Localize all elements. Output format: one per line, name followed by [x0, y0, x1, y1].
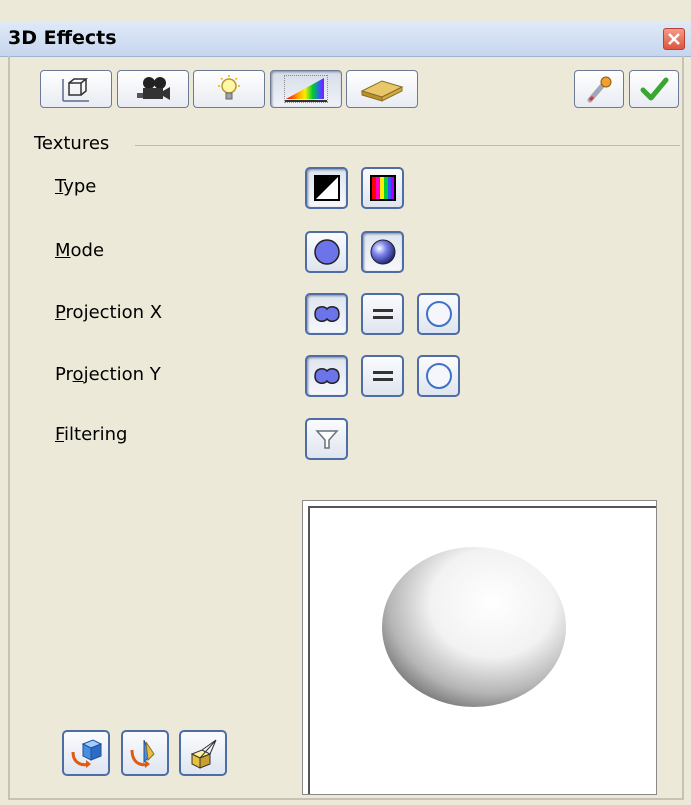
tab-textures[interactable] [270, 70, 342, 108]
mode-label: Mode [55, 240, 105, 261]
circular-icon [425, 363, 452, 389]
close-icon [668, 33, 680, 45]
apply-button[interactable] [629, 70, 679, 108]
rotation-object-icon [130, 739, 155, 768]
convert-to-rotation-object-button[interactable] [121, 730, 169, 776]
3d-effects-dialog: 3D Effects Textures Type Mode Projection… [0, 0, 691, 805]
perspective-icon [190, 739, 217, 769]
color-icon [369, 175, 396, 201]
convert-3d-icon [71, 739, 103, 768]
texture-preview [302, 500, 657, 795]
black-white-icon [313, 175, 340, 201]
object-specific-icon [313, 305, 340, 323]
projection-x-object-specific-button[interactable] [305, 293, 348, 335]
gradient-texture-icon [284, 75, 328, 103]
tab-material[interactable] [346, 70, 418, 108]
circular-icon [425, 301, 452, 327]
projection-x-label: Projection X [55, 302, 163, 323]
parallel-icon [372, 371, 393, 381]
section-divider [135, 145, 680, 146]
filtering-button[interactable] [305, 418, 348, 460]
projection-y-circular-button[interactable] [417, 355, 460, 397]
close-button[interactable] [663, 28, 685, 50]
projection-x-circular-button[interactable] [417, 293, 460, 335]
checkmark-icon [640, 77, 669, 101]
object-specific-icon [313, 367, 340, 385]
type-color-button[interactable] [361, 167, 404, 209]
dialog-title: 3D Effects [8, 27, 117, 49]
projection-y-parallel-button[interactable] [361, 355, 404, 397]
convert-to-3d-button[interactable] [62, 730, 110, 776]
type-black-white-button[interactable] [305, 167, 348, 209]
mode-texture-shading-button[interactable] [361, 231, 404, 273]
camera-icon [137, 77, 170, 100]
filtering-label: Filtering [55, 424, 128, 445]
filter-funnel-icon [314, 430, 339, 449]
texture-only-icon [313, 239, 340, 265]
projection-y-object-specific-button[interactable] [305, 355, 348, 397]
projection-x-parallel-button[interactable] [361, 293, 404, 335]
eyedropper-icon [587, 76, 612, 103]
cube-wireframe-icon [62, 78, 89, 102]
texture-shading-icon [370, 239, 395, 265]
parallel-icon [372, 309, 393, 319]
tab-shading[interactable] [117, 70, 189, 108]
type-label: Type [55, 176, 97, 197]
tab-geometry[interactable] [40, 70, 112, 108]
section-label-textures: Textures [34, 133, 110, 154]
material-slab-icon [360, 80, 404, 102]
assign-button[interactable] [574, 70, 624, 108]
preview-sphere [382, 547, 566, 707]
title-bar[interactable]: 3D Effects [0, 22, 691, 57]
tab-illumination[interactable] [193, 70, 265, 108]
light-bulb-icon [218, 75, 240, 100]
projection-y-label: Projection Y [55, 364, 161, 385]
perspective-button[interactable] [179, 730, 227, 776]
mode-texture-only-button[interactable] [305, 231, 348, 273]
